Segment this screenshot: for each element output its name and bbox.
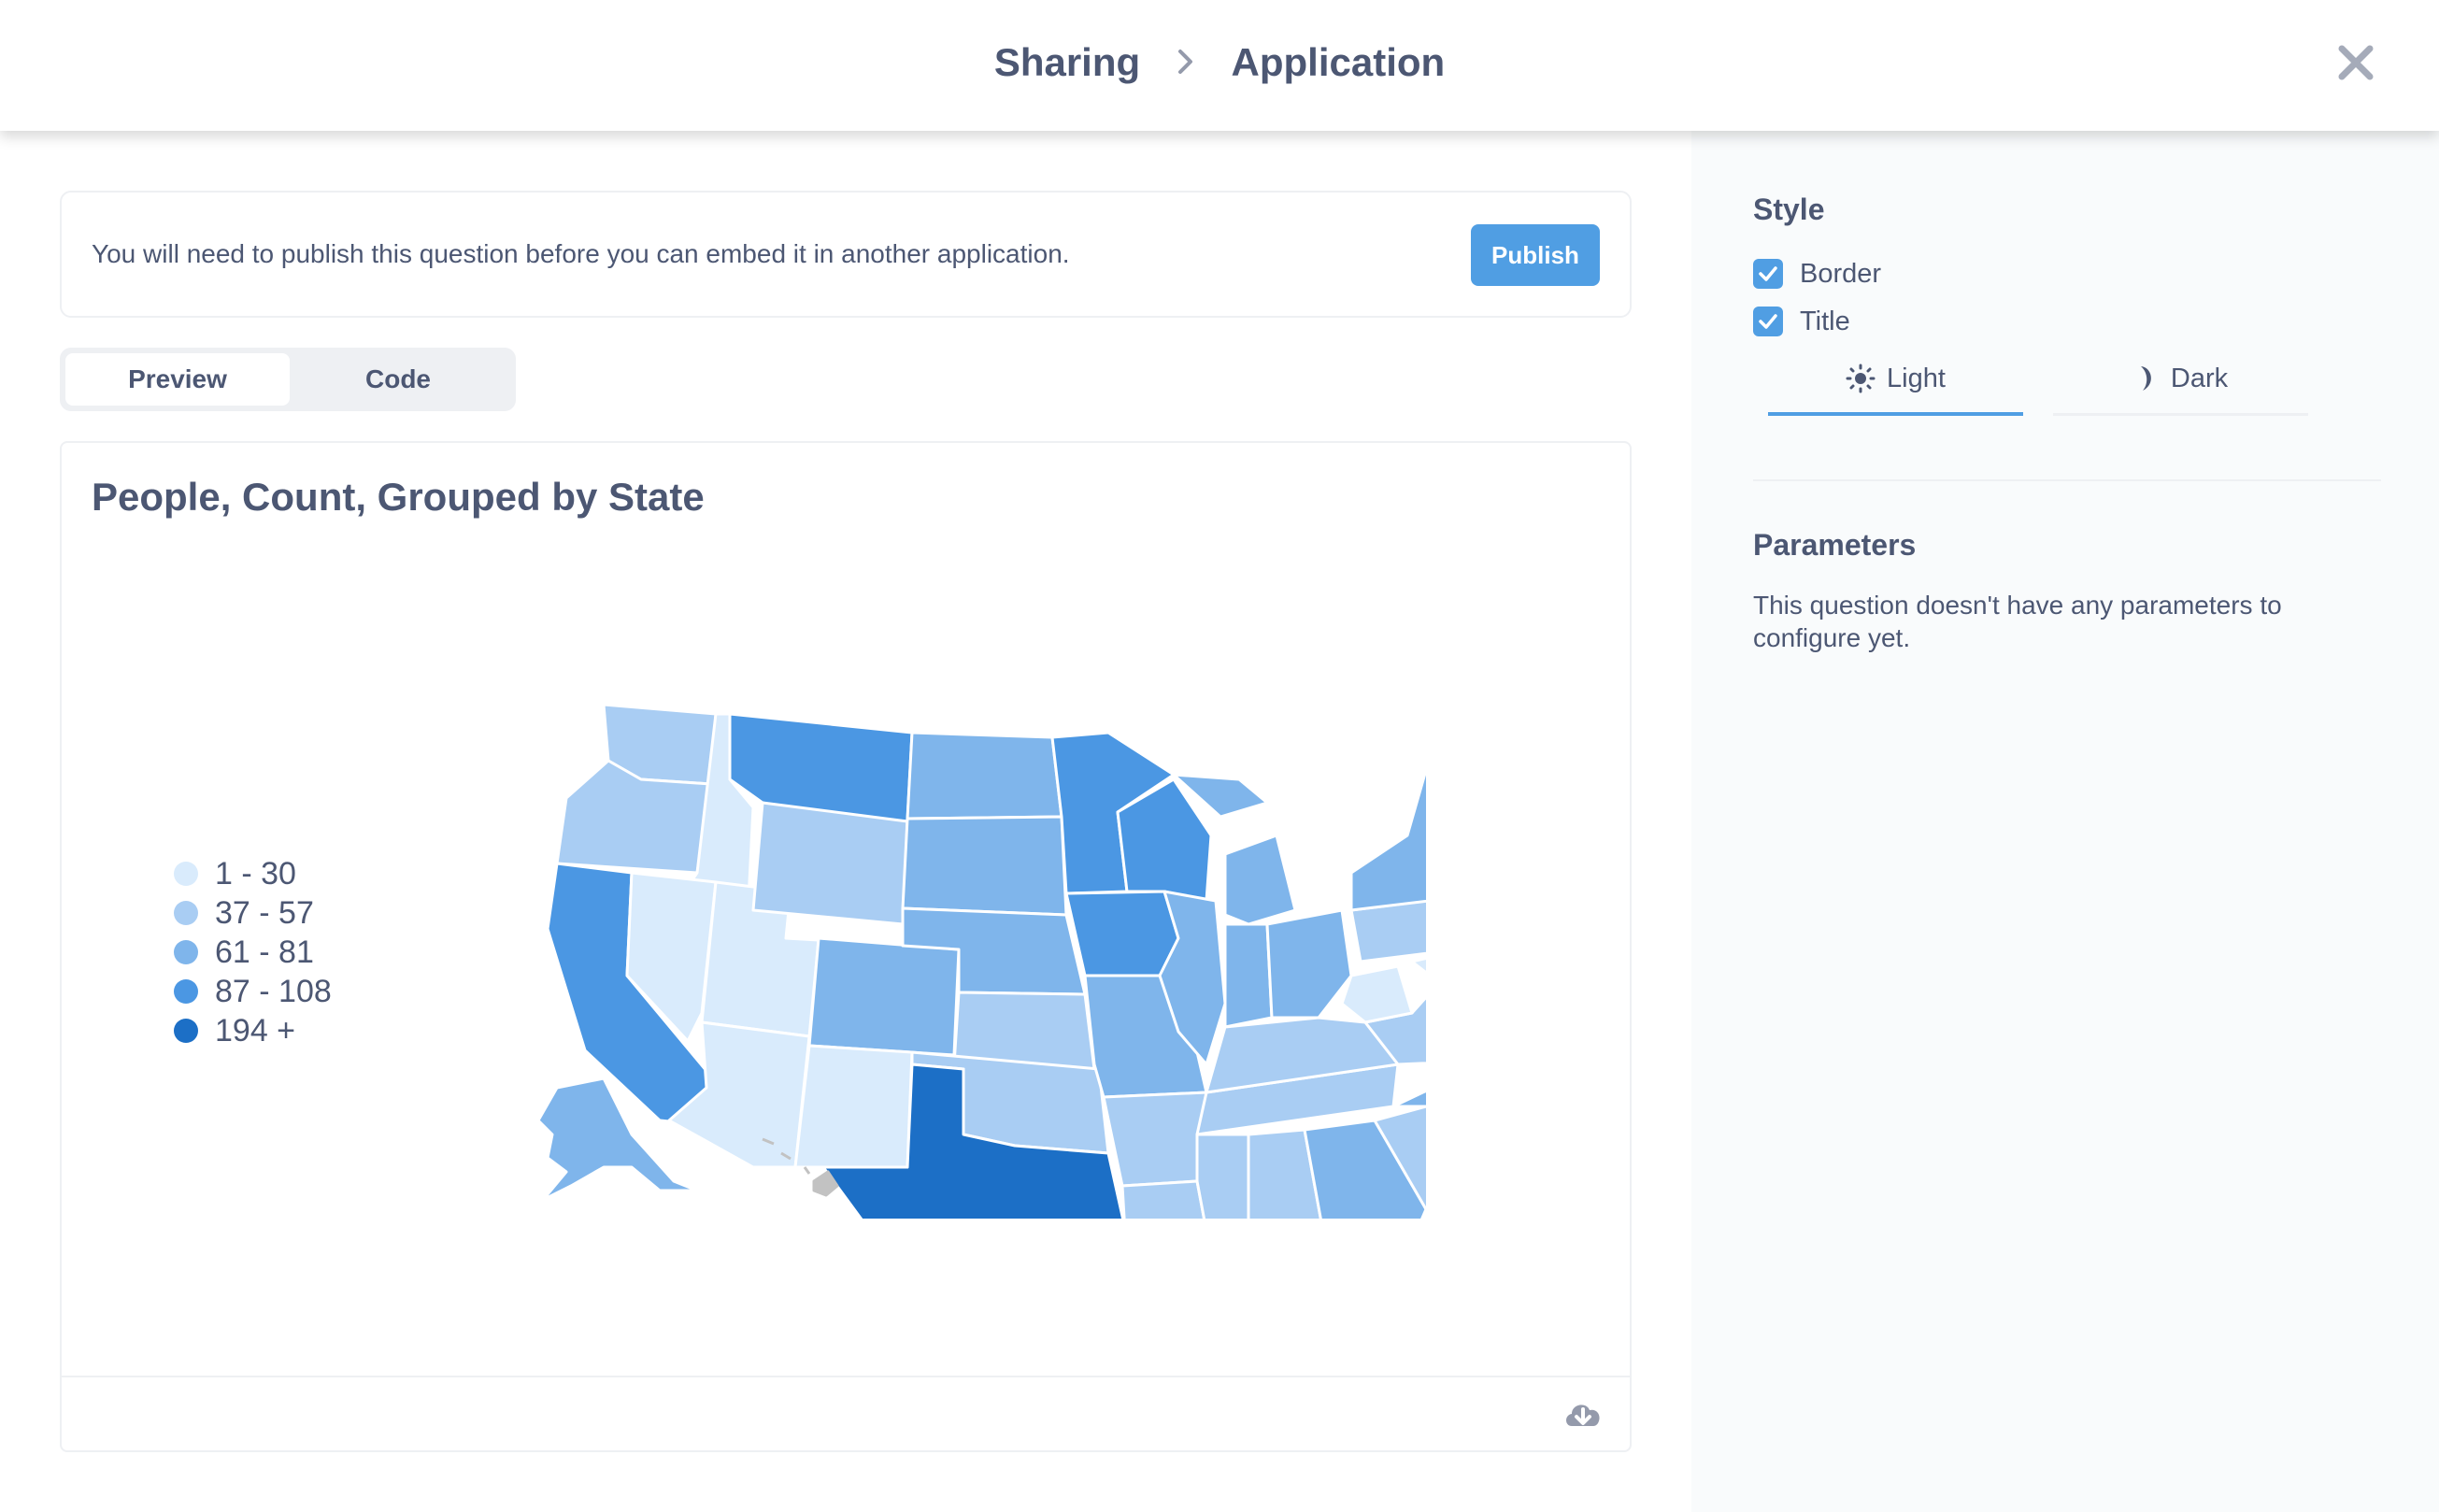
state-south-dakota	[901, 815, 1068, 917]
us-state-map[interactable]	[529, 695, 1426, 1219]
tab-code[interactable]: Code	[286, 353, 510, 406]
close-icon[interactable]	[2332, 39, 2379, 86]
checkbox-label: Title	[1800, 306, 1850, 336]
breadcrumb-application: Application	[1231, 39, 1446, 84]
legend-label: 194 +	[215, 1012, 296, 1048]
modal-header: Sharing Application	[0, 0, 2439, 131]
card-footer	[62, 1376, 1630, 1450]
state-north-dakota	[906, 731, 1063, 820]
embed-preview-card: People, Count, Grouped by State 1 - 30 3…	[60, 441, 1632, 1452]
legend-item: 61 - 81	[174, 933, 332, 972]
state-ohio	[1265, 908, 1353, 1020]
legend-label: 87 - 108	[215, 973, 332, 1009]
moon-icon	[2133, 364, 2160, 393]
map-legend: 1 - 30 37 - 57 61 - 81 87 - 108 194 +	[174, 854, 332, 1050]
state-arkansas	[1102, 1091, 1208, 1188]
legend-swatch	[174, 1019, 198, 1043]
state-colorado	[807, 936, 961, 1057]
publish-notice: You will need to publish this question b…	[60, 191, 1632, 318]
sun-icon	[1846, 364, 1876, 393]
tab-dark-theme[interactable]: Dark	[2038, 341, 2323, 416]
publish-button[interactable]: Publish	[1471, 224, 1600, 286]
parameters-description: This question doesn't have any parameter…	[1753, 591, 2282, 652]
legend-label: 37 - 57	[215, 894, 314, 931]
legend-item: 37 - 57	[174, 893, 332, 933]
breadcrumb: Sharing Application	[0, 37, 2439, 85]
option-title[interactable]: Title	[1753, 303, 1850, 340]
tab-light-theme[interactable]: Light	[1753, 341, 2038, 416]
checkbox[interactable]	[1753, 259, 1783, 289]
embed-settings-sidebar: Style Border Title Light Dark Parameters…	[1691, 131, 2439, 1512]
tab-preview[interactable]: Preview	[65, 353, 290, 406]
state-wyoming	[751, 801, 909, 926]
legend-swatch	[174, 979, 198, 1004]
divider	[1753, 479, 2381, 481]
tab-underline	[1768, 412, 2023, 416]
state-indiana	[1223, 922, 1274, 1029]
publish-notice-text: You will need to publish this question b…	[92, 239, 1070, 268]
state-new-york	[1349, 768, 1426, 912]
state-michigan	[1223, 834, 1297, 926]
tab-underline	[2053, 413, 2308, 416]
state-mississippi	[1195, 1133, 1250, 1219]
option-border[interactable]: Border	[1753, 255, 1881, 292]
download-icon[interactable]	[1562, 1396, 1604, 1434]
legend-swatch	[174, 862, 198, 886]
breadcrumb-sharing[interactable]: Sharing	[994, 40, 1140, 85]
card-title: People, Count, Grouped by State	[92, 475, 705, 519]
tab-dark-label: Dark	[2170, 363, 2229, 393]
legend-swatch	[174, 901, 198, 925]
view-toggle: Preview Code	[60, 348, 516, 411]
parameters-heading: Parameters	[1753, 528, 1917, 562]
chevron-right-icon	[1176, 40, 1196, 85]
state-iowa	[1064, 890, 1180, 977]
state-west-virginia	[1340, 964, 1414, 1024]
state-new-mexico	[793, 1044, 914, 1169]
legend-item: 87 - 108	[174, 972, 332, 1011]
checkbox[interactable]	[1753, 307, 1783, 336]
state-montana	[728, 712, 914, 823]
checkbox-label: Border	[1800, 258, 1882, 289]
legend-label: 61 - 81	[215, 934, 314, 970]
legend-item: 1 - 30	[174, 854, 332, 893]
legend-label: 1 - 30	[215, 855, 296, 892]
style-heading: Style	[1753, 193, 1825, 226]
legend-item: 194 +	[174, 1011, 332, 1050]
legend-swatch	[174, 940, 198, 964]
tab-light-label: Light	[1887, 363, 1946, 393]
